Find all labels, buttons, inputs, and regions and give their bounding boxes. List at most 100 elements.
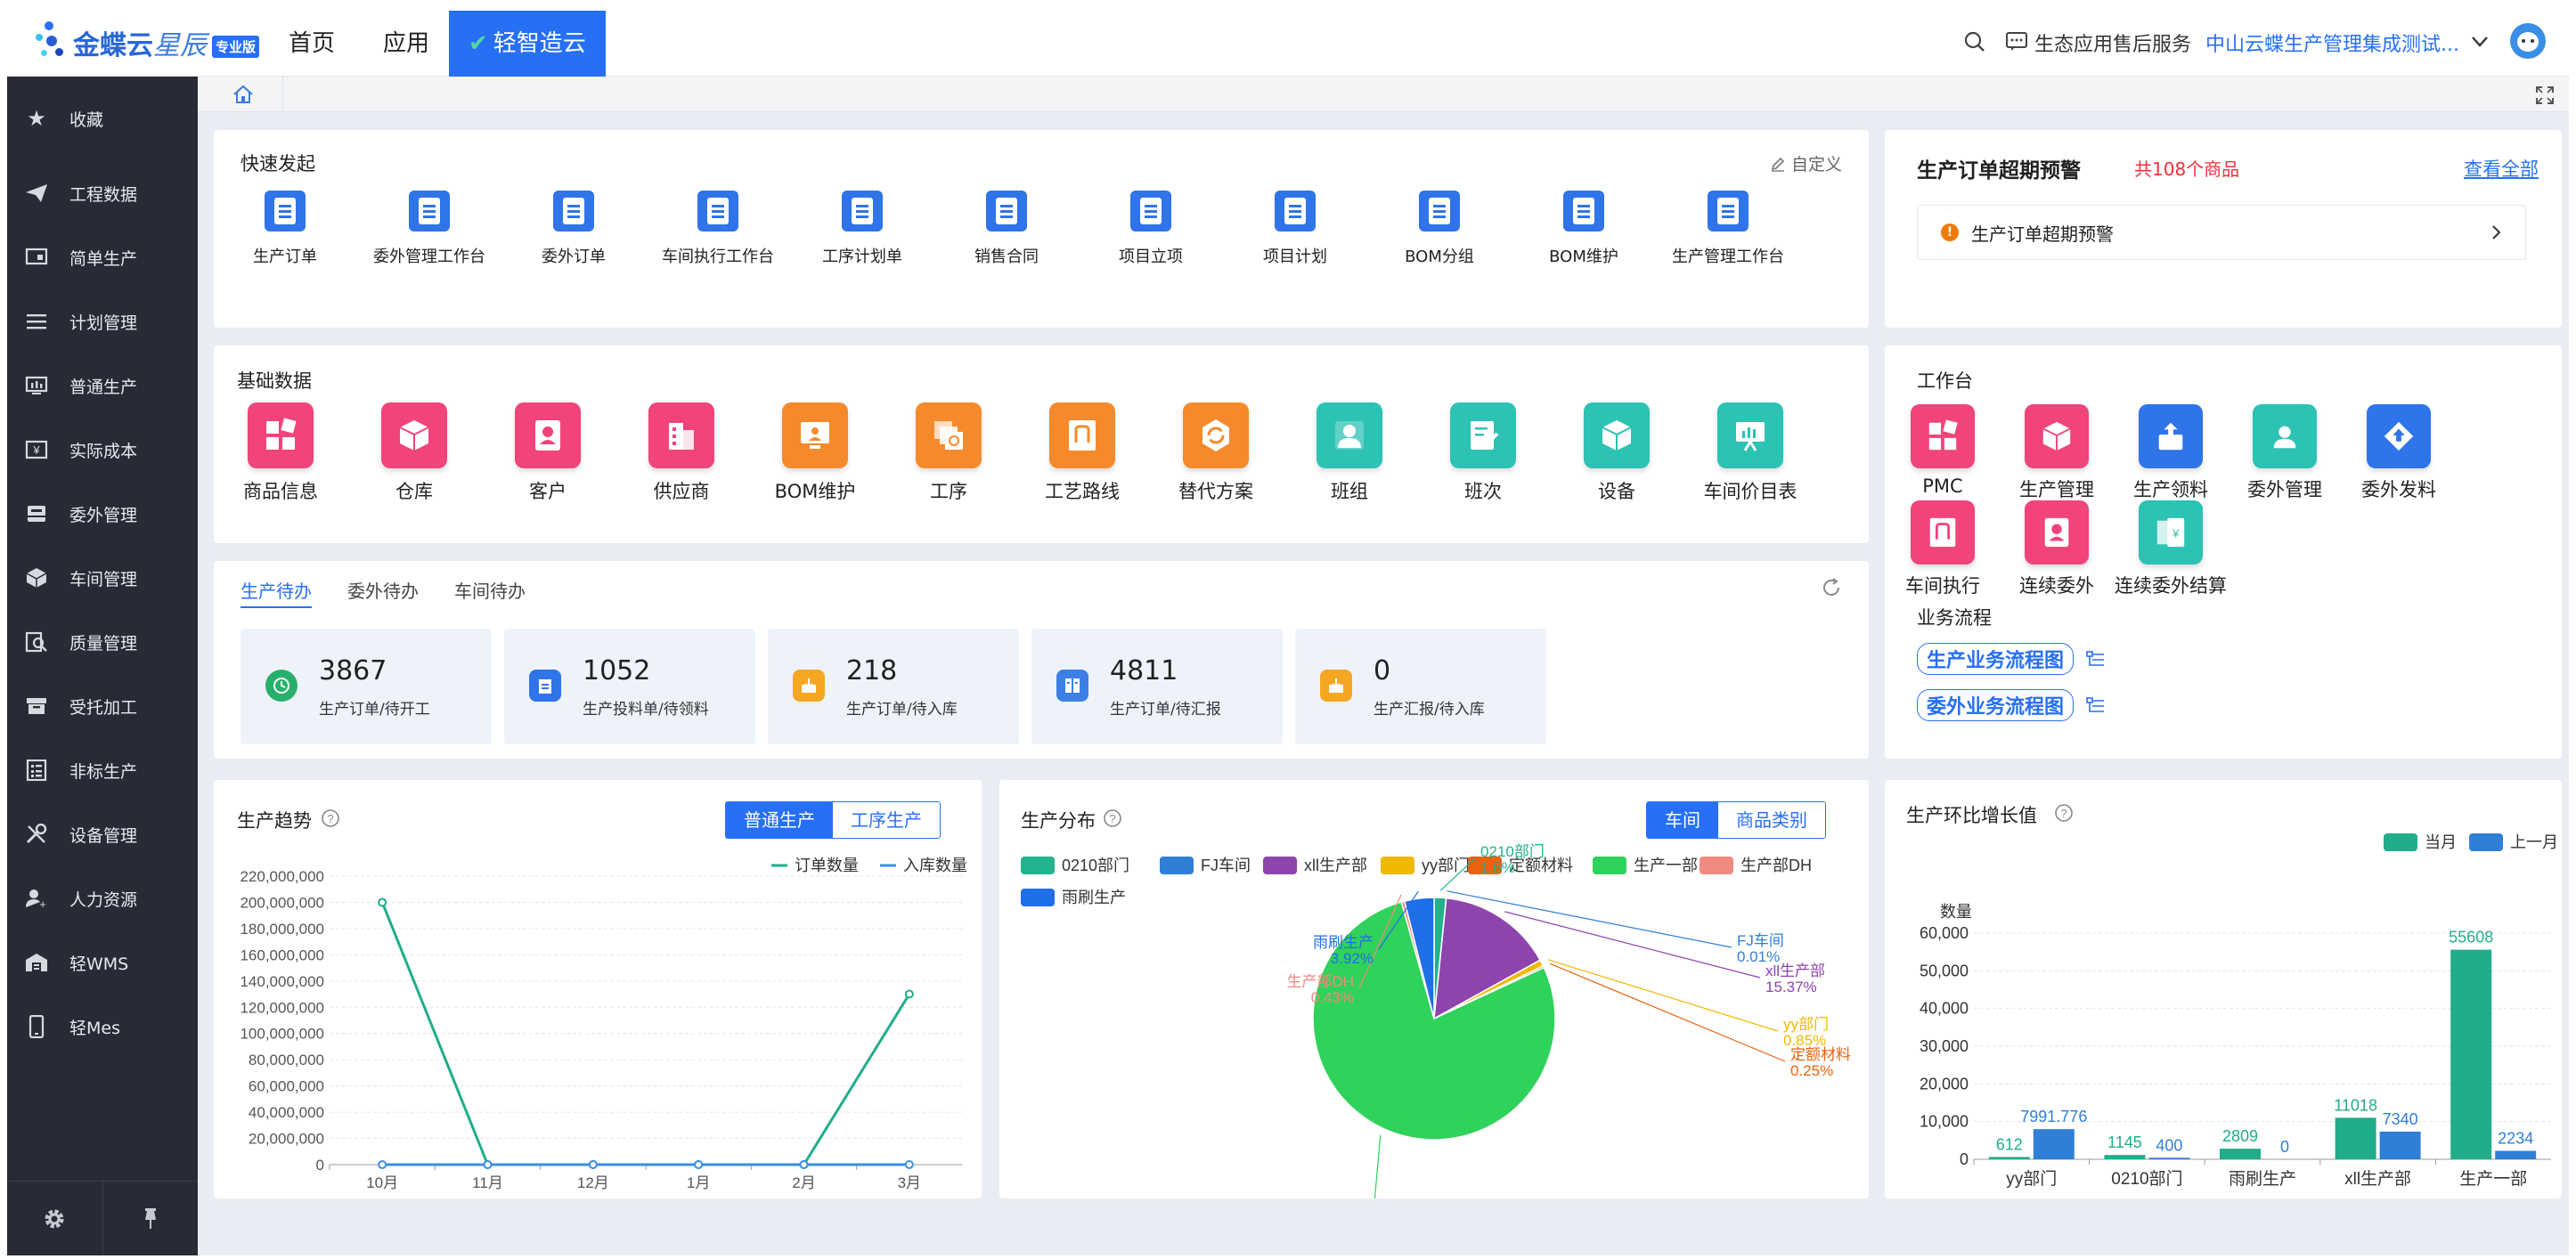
basic-item-warehouse[interactable]: 仓库 xyxy=(347,402,481,504)
stat-card[interactable]: 0 生产汇报/待入库 xyxy=(1295,629,1546,744)
app-logo[interactable]: 金蝶云星辰 专业版 xyxy=(34,18,265,64)
pin-icon[interactable] xyxy=(102,1182,199,1255)
workbench-item-production[interactable]: 生产管理 xyxy=(1999,404,2115,502)
home-tab[interactable] xyxy=(203,77,283,112)
search-icon[interactable] xyxy=(1963,30,1986,53)
y-tick-label: 60,000,000 xyxy=(249,1078,324,1095)
quick-item-project-setup[interactable]: 项目立项 xyxy=(1084,191,1218,267)
message-icon[interactable] xyxy=(2006,32,2027,52)
bar xyxy=(2450,949,2492,1159)
nav-home[interactable]: 首页 xyxy=(280,11,344,77)
quick-item-workshop-workbench[interactable]: 车间执行工作台 xyxy=(651,191,785,267)
todo-card: 生产待办 委外待办 车间待办 3867 生产订单/待开工 1052 生产投料单/待领… xyxy=(214,561,1869,759)
slice-label: 雨刷生产 xyxy=(1313,934,1374,951)
view-all-link[interactable]: 查看全部 xyxy=(2464,155,2539,182)
inbox-download-icon xyxy=(793,670,825,702)
stat-card[interactable]: 1052 生产投料单/待领料 xyxy=(504,629,755,744)
sidebar-item-nonstandard[interactable]: 非标生产 xyxy=(7,748,198,792)
y-tick-label: 40,000 xyxy=(1920,1000,1969,1018)
basic-item-supplier[interactable]: 供应商 xyxy=(615,402,748,504)
quick-item-bom-group[interactable]: BOM分组 xyxy=(1373,191,1506,267)
sidebar-item-mes[interactable]: 轻Mes xyxy=(7,1004,198,1049)
basic-item-equipment[interactable]: 设备 xyxy=(1550,402,1683,504)
workbench-item-outsource-issue[interactable]: 委外发料 xyxy=(2341,404,2457,502)
quick-item-sales-contract[interactable]: 销售合同 xyxy=(940,191,1073,267)
quick-item-outsource-workbench[interactable]: 委外管理工作台 xyxy=(363,191,496,267)
nav-apps[interactable]: 应用 xyxy=(374,11,438,77)
quick-item-project-plan[interactable]: 项目计划 xyxy=(1228,191,1362,267)
sidebar-item-label: 人力资源 xyxy=(69,889,138,910)
document-icon xyxy=(409,191,450,231)
cube-icon xyxy=(1584,402,1650,468)
chevron-down-icon[interactable] xyxy=(2471,36,2489,48)
flow-link-outsourcing[interactable]: 委外业务流程图 xyxy=(1917,689,2106,721)
tab-outsource-todo[interactable]: 委外待办 xyxy=(347,577,419,603)
workbench-item-outsource-settlement[interactable]: ¥ 连续委外结算 xyxy=(2113,500,2229,598)
sidebar-item-plan-management[interactable]: 计划管理 xyxy=(7,299,198,344)
basic-item-price-list[interactable]: 车间价目表 xyxy=(1683,402,1817,504)
quick-item-outsource-order[interactable]: 委外订单 xyxy=(507,191,640,267)
sidebar-item-workshop[interactable]: 车间管理 xyxy=(7,556,198,600)
gear-icon[interactable] xyxy=(7,1182,102,1255)
sidebar-item-favorites[interactable]: ★ 收藏 xyxy=(7,96,198,141)
sidebar-item-equipment[interactable]: 设备管理 xyxy=(7,812,198,857)
basic-item-shift[interactable]: 班次 xyxy=(1416,402,1550,504)
quick-item-process-plan[interactable]: 工序计划单 xyxy=(795,191,929,267)
avatar[interactable] xyxy=(2510,23,2546,59)
workbench-item-material-issue[interactable]: 生产领料 xyxy=(2113,404,2229,502)
sidebar-item-simple-production[interactable]: 简单生产 xyxy=(7,235,198,280)
workbench-item-continuous-outsource[interactable]: 连续委外 xyxy=(1999,500,2115,598)
sidebar-item-label: 受托加工 xyxy=(69,697,138,718)
basic-item-label: 供应商 xyxy=(653,481,710,502)
sidebar-item-label: 普通生产 xyxy=(69,377,138,397)
quick-item-production-order[interactable]: 生产订单 xyxy=(218,191,352,267)
sidebar-item-actual-cost[interactable]: ¥ 实际成本 xyxy=(7,427,198,472)
sidebar-item-engineering-data[interactable]: 工程数据 xyxy=(7,171,198,215)
warning-count: 共108个商品 xyxy=(2134,158,2240,180)
quick-item-production-workbench[interactable]: 生产管理工作台 xyxy=(1661,191,1795,267)
basic-item-alternative[interactable]: 替代方案 xyxy=(1149,402,1283,504)
quick-start-title: 快速发起 xyxy=(240,153,315,175)
customize-label: 自定义 xyxy=(1790,155,1842,175)
flow-icon xyxy=(2086,651,2105,666)
basic-item-team[interactable]: 班组 xyxy=(1283,402,1416,504)
tools-icon xyxy=(23,821,50,848)
workbench-item-workshop-execution[interactable]: 车间执行 xyxy=(1885,500,2001,598)
tab-production-todo[interactable]: 生产待办 xyxy=(240,577,312,608)
nav-light-manufacturing[interactable]: ✔ 轻智造云 xyxy=(449,11,606,77)
workbench-item-pmc[interactable]: PMC xyxy=(1885,404,2001,497)
stat-card[interactable]: 3867 生产订单/待开工 xyxy=(240,629,492,744)
sidebar-item-hr[interactable]: + 人力资源 xyxy=(7,876,198,921)
warning-item[interactable]: ! 生产订单超期预警 xyxy=(1917,205,2526,260)
fullscreen-icon[interactable] xyxy=(2535,85,2555,105)
basic-item-routing[interactable]: 工艺路线 xyxy=(1015,402,1149,504)
legend-label: 订单数量 xyxy=(795,857,859,874)
flow-link-production[interactable]: 生产业务流程图 xyxy=(1917,643,2106,675)
sidebar-item-outsourcing[interactable]: 委外管理 xyxy=(7,491,198,536)
data-point xyxy=(483,1160,493,1169)
sidebar-item-quality[interactable]: 质量管理 xyxy=(7,620,198,664)
basic-item-goods[interactable]: 商品信息 xyxy=(214,402,347,504)
stat-card[interactable]: 4811 生产订单/待汇报 xyxy=(1031,629,1283,744)
after-sales-link[interactable]: 生态应用售后服务 xyxy=(2034,28,2191,57)
customize-button[interactable]: 自定义 xyxy=(1770,151,1842,175)
basic-item-process[interactable]: 工序 xyxy=(882,402,1015,504)
basic-item-customer[interactable]: 客户 xyxy=(481,402,615,504)
bar-value-label: 1145 xyxy=(2107,1133,2142,1151)
sidebar-item-label: 收藏 xyxy=(69,110,104,130)
main-content: 快速发起 自定义 生产订单 委外管理工作台 委外订单 车间执行工作台 工序计划单… xyxy=(198,77,2569,1255)
stat-card[interactable]: 218 生产订单/待入库 xyxy=(768,629,1019,744)
sidebar-item-wms[interactable]: 轻WMS xyxy=(7,940,198,985)
quick-item-bom-maintain[interactable]: BOM维护 xyxy=(1517,191,1651,267)
x-tick-label: yy部门 xyxy=(2006,1169,2057,1189)
data-point xyxy=(904,1160,914,1169)
refresh-icon[interactable] xyxy=(1821,577,1842,598)
sidebar-item-normal-production[interactable]: 普通生产 xyxy=(7,363,198,408)
sidebar-item-consigned-processing[interactable]: 受托加工 xyxy=(7,684,198,728)
company-selector[interactable]: 中山云蝶生产管理集成测试... xyxy=(2205,28,2459,57)
tab-workshop-todo[interactable]: 车间待办 xyxy=(454,577,526,603)
basic-item-bom[interactable]: BOM维护 xyxy=(748,402,882,504)
business-flow-title: 业务流程 xyxy=(1917,607,1992,629)
inbox-download-icon xyxy=(1320,670,1352,702)
workbench-item-outsourcing[interactable]: 委外管理 xyxy=(2227,404,2343,502)
